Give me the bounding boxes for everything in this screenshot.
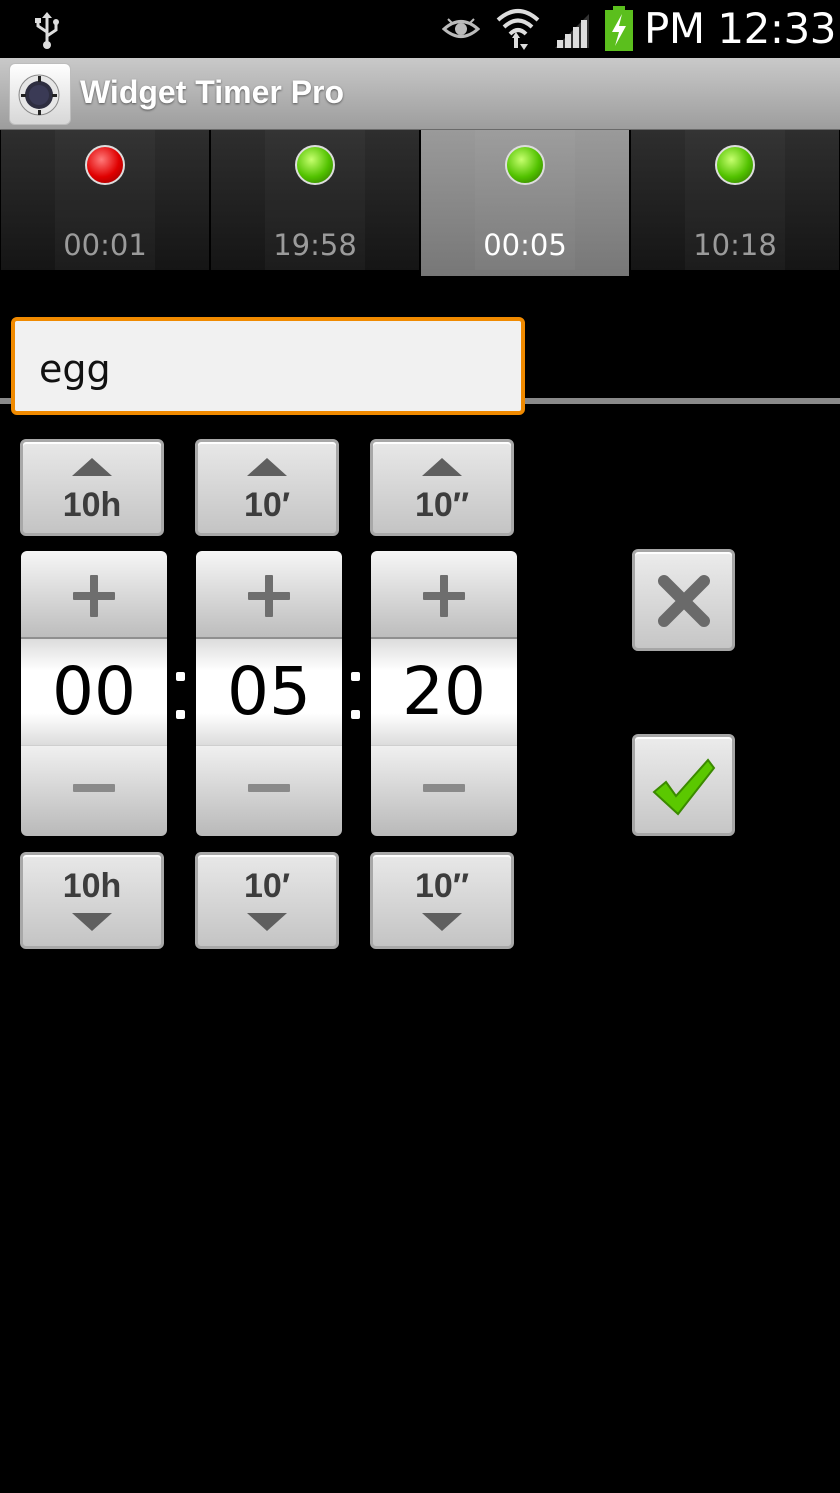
title-bar: Widget Timer Pro (0, 58, 840, 130)
seconds-up-10-button[interactable]: 10″ (370, 439, 514, 536)
minus-icon (248, 784, 290, 792)
eye-icon (441, 14, 481, 48)
arrow-up-icon (72, 458, 112, 476)
app-title: Widget Timer Pro (80, 74, 345, 110)
plus-icon (423, 575, 465, 617)
step-label: 10″ (414, 486, 470, 524)
app-timer-icon (9, 63, 71, 125)
colon-separator (349, 672, 361, 722)
minutes-plus-button[interactable] (196, 551, 342, 639)
seconds-plus-button[interactable] (371, 551, 517, 639)
wifi-icon (496, 6, 540, 56)
colon-separator (174, 672, 186, 722)
hours-wheel: 00 (21, 551, 167, 836)
signal-icon (553, 12, 593, 54)
hours-up-10h-button[interactable]: 10h (20, 439, 164, 536)
plus-icon (248, 575, 290, 617)
timer-tab-1[interactable]: 00:01 (1, 130, 209, 270)
minutes-down-10-button[interactable]: 10′ (195, 852, 339, 949)
seconds-wheel: 20 (371, 551, 517, 836)
timer-tab-label: 00:01 (63, 228, 147, 262)
minutes-wheel: 05 (196, 551, 342, 836)
timer-tab-3[interactable]: 00:05 (421, 130, 629, 276)
plus-icon (73, 575, 115, 617)
status-dot-green-icon (505, 145, 545, 185)
status-dot-green-icon (715, 145, 755, 185)
step-label: 10′ (244, 486, 290, 524)
status-dot-green-icon (295, 145, 335, 185)
timer-tabs: 00:01 19:58 00:05 10:18 (0, 130, 840, 404)
hours-minus-button[interactable] (21, 745, 167, 836)
timer-name-input[interactable]: egg (11, 317, 525, 415)
clock-text: PM 12:33 (644, 4, 836, 53)
arrow-down-icon (72, 913, 112, 931)
timer-tab-4[interactable]: 10:18 (631, 130, 839, 270)
timer-tab-2[interactable]: 19:58 (211, 130, 419, 270)
minutes-minus-button[interactable] (196, 745, 342, 836)
close-icon (658, 575, 710, 627)
arrow-down-icon (247, 913, 287, 931)
battery-charging-icon (604, 6, 634, 56)
arrow-up-icon (247, 458, 287, 476)
minutes-up-10-button[interactable]: 10′ (195, 439, 339, 536)
minutes-value: 05 (196, 639, 342, 745)
timer-tab-label: 10:18 (693, 228, 777, 262)
seconds-minus-button[interactable] (371, 745, 517, 836)
timer-tab-label: 19:58 (273, 228, 357, 262)
step-label: 10″ (414, 867, 470, 905)
step-label: 10h (62, 867, 122, 905)
arrow-down-icon (422, 913, 462, 931)
cancel-button[interactable] (632, 549, 735, 651)
minus-icon (73, 784, 115, 792)
step-label: 10′ (244, 867, 290, 905)
check-icon (652, 758, 716, 816)
hours-plus-button[interactable] (21, 551, 167, 639)
minus-icon (423, 784, 465, 792)
status-bar: PM 12:33 (0, 0, 840, 58)
timer-tab-label: 00:05 (483, 228, 567, 262)
arrow-up-icon (422, 458, 462, 476)
hours-value: 00 (21, 639, 167, 745)
usb-icon (30, 10, 64, 54)
status-dot-red-icon (85, 145, 125, 185)
hours-down-10h-button[interactable]: 10h (20, 852, 164, 949)
seconds-down-10-button[interactable]: 10″ (370, 852, 514, 949)
confirm-button[interactable] (632, 734, 735, 836)
step-label: 10h (62, 486, 122, 524)
seconds-value: 20 (371, 639, 517, 745)
